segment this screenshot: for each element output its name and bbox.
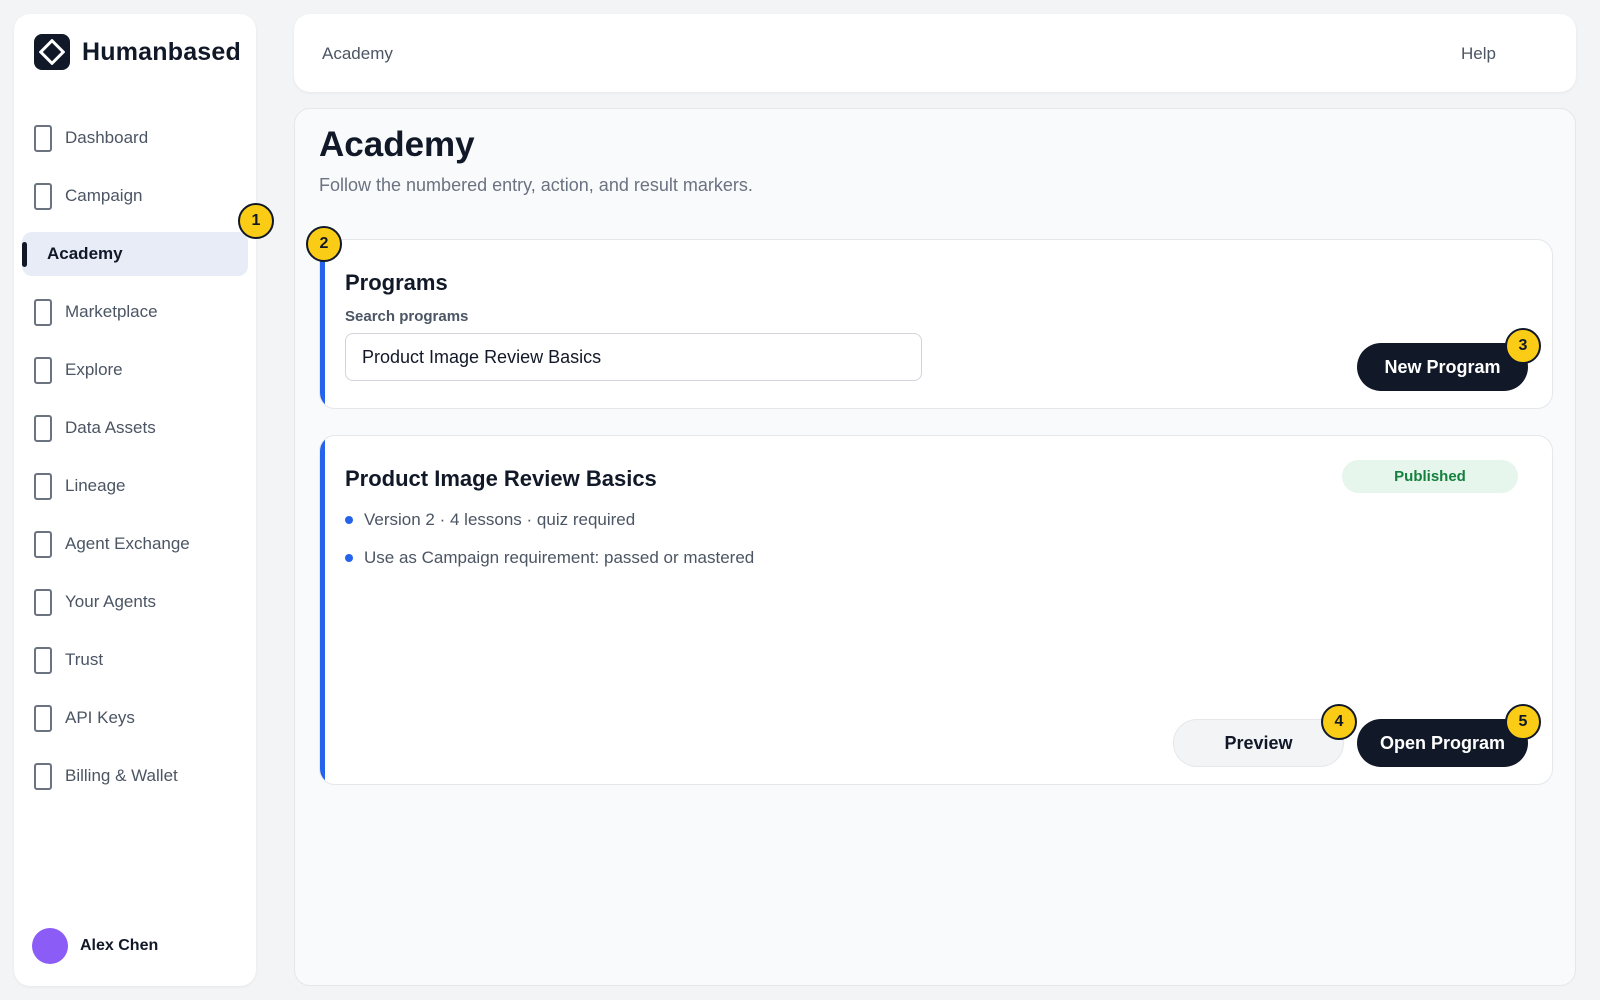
avatar [32,928,68,964]
card-accent-bar [320,436,325,784]
page-icon [34,414,52,442]
user-profile[interactable]: Alex Chen [32,928,158,964]
new-program-button[interactable]: New Program [1357,343,1528,391]
page-icon [34,356,52,384]
program-details-list: Version 2 · 4 lessons · quiz required Us… [345,508,754,584]
step-marker-3: 3 [1505,328,1541,364]
sidebar-item-trust[interactable]: Trust [22,638,248,682]
sidebar-item-data-assets[interactable]: Data Assets [22,406,248,450]
page-subtitle: Follow the numbered entry, action, and r… [319,175,753,195]
page-title: Academy [319,125,475,164]
step-marker-1: 1 [238,203,274,239]
sidebar-item-label: Lineage [65,476,126,495]
page-icon [34,530,52,558]
list-item: Version 2 · 4 lessons · quiz required [345,508,754,532]
sidebar-item-dashboard[interactable]: Dashboard [22,116,248,160]
bullet-icon [345,516,353,524]
sidebar-item-lineage[interactable]: Lineage [22,464,248,508]
programs-title: Programs [345,270,448,295]
list-item: Use as Campaign requirement: passed or m… [345,546,754,570]
breadcrumb: Academy [322,44,393,63]
page-icon [34,124,52,152]
bullet-icon [345,554,353,562]
sidebar-item-api-keys[interactable]: API Keys [22,696,248,740]
sidebar-item-your-agents[interactable]: Your Agents [22,580,248,624]
list-item-text: Version 2 · 4 lessons · quiz required [364,510,636,529]
main-panel: Academy Follow the numbered entry, actio… [294,108,1576,986]
top-bar: Academy Help [294,14,1576,92]
search-input[interactable] [345,333,922,381]
card-accent-bar [320,240,325,408]
sidebar-item-label: Billing & Wallet [65,766,178,785]
page-icon [34,588,52,616]
page-icon [34,182,52,210]
sidebar-item-label: Trust [65,650,104,669]
step-marker-2: 2 [306,226,342,262]
page-icon [34,762,52,790]
list-item-text: Use as Campaign requirement: passed or m… [364,548,755,567]
sidebar-item-campaign[interactable]: Campaign [22,174,248,218]
programs-card: Programs Search programs New Program [319,239,1553,409]
sidebar-item-label: Marketplace [65,302,158,321]
sidebar-item-label: Explore [65,360,123,379]
sidebar-item-label: Agent Exchange [65,534,190,553]
help-link[interactable]: Help [1461,44,1496,64]
search-label: Search programs [345,308,469,325]
sidebar-item-label: API Keys [65,708,135,727]
brand-name: Humanbased [82,37,241,66]
step-marker-5: 5 [1505,704,1541,740]
program-card[interactable]: Product Image Review Basics Published Ve… [319,435,1553,785]
sidebar-item-academy[interactable]: Academy [22,232,248,276]
sidebar-item-label: Academy [47,244,123,263]
sidebar-item-label: Data Assets [65,418,156,437]
diamond-logo-icon [34,34,70,70]
sidebar-item-label: Campaign [65,186,143,205]
status-badge: Published [1342,460,1518,493]
open-program-button[interactable]: Open Program [1357,719,1528,767]
sidebar-item-explore[interactable]: Explore [22,348,248,392]
sidebar-item-agent-exchange[interactable]: Agent Exchange [22,522,248,566]
sidebar-item-label: Dashboard [65,128,149,147]
sidebar-item-label: Your Agents [65,592,157,611]
page-icon [34,704,52,732]
program-title: Product Image Review Basics [345,466,657,491]
page-icon [34,298,52,326]
brand[interactable]: Humanbased [34,34,241,70]
preview-button[interactable]: Preview [1173,719,1344,767]
sidebar-item-billing-wallet[interactable]: Billing & Wallet [22,754,248,798]
sidebar-item-marketplace[interactable]: Marketplace [22,290,248,334]
page-icon [34,646,52,674]
page-icon [34,472,52,500]
sidebar-nav: Dashboard Campaign Academy Marketplace E… [22,116,248,812]
user-name: Alex Chen [80,937,159,954]
step-marker-4: 4 [1321,704,1357,740]
sidebar: Humanbased Dashboard Campaign Academy Ma… [14,14,256,986]
